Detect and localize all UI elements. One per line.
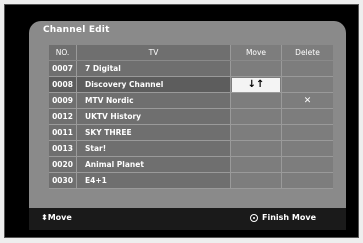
channel-name: UKTV History bbox=[77, 109, 231, 125]
channel-name: Animal Planet bbox=[77, 157, 231, 173]
finish-move-label: Finish Move bbox=[262, 213, 316, 222]
delete-mark-icon[interactable]: ✕ bbox=[304, 96, 312, 106]
channel-number: 0012 bbox=[49, 109, 77, 125]
move-cell[interactable] bbox=[231, 141, 282, 157]
move-cell[interactable] bbox=[231, 125, 282, 141]
table-row[interactable]: 0020 Animal Planet bbox=[49, 157, 333, 173]
move-cell[interactable] bbox=[231, 173, 282, 189]
header-delete: Delete bbox=[282, 45, 333, 60]
header-tv: TV bbox=[77, 45, 231, 60]
channel-name: Discovery Channel bbox=[77, 77, 231, 93]
channel-edit-panel: Channel Edit NO. TV Move Delete 0007 7 D… bbox=[29, 21, 346, 208]
finish-move-hint: Finish Move bbox=[250, 213, 316, 222]
channel-number: 0013 bbox=[49, 141, 77, 157]
move-cell[interactable] bbox=[231, 109, 282, 125]
up-down-arrow-icon: ⬍ bbox=[41, 213, 48, 222]
move-cell[interactable] bbox=[231, 157, 282, 173]
delete-cell[interactable] bbox=[282, 157, 333, 173]
delete-cell[interactable]: ✕ bbox=[282, 93, 333, 109]
table-row[interactable]: 0009 MTV Nordic ✕ bbox=[49, 93, 333, 109]
channel-table: NO. TV Move Delete 0007 7 Digital 0008 D… bbox=[49, 45, 333, 208]
channel-number: 0008 bbox=[49, 77, 77, 93]
move-cell[interactable]: ↓↑ bbox=[231, 77, 282, 93]
delete-cell[interactable] bbox=[282, 125, 333, 141]
channel-number: 0007 bbox=[49, 61, 77, 77]
screen: Channel Edit NO. TV Move Delete 0007 7 D… bbox=[4, 4, 359, 238]
table-row[interactable]: 0030 E4+1 bbox=[49, 173, 333, 189]
channel-number: 0020 bbox=[49, 157, 77, 173]
channel-number: 0011 bbox=[49, 125, 77, 141]
panel-title: Channel Edit bbox=[43, 25, 110, 35]
move-hint: ⬍Move bbox=[41, 213, 72, 222]
table-header: NO. TV Move Delete bbox=[49, 45, 333, 61]
channel-name: MTV Nordic bbox=[77, 93, 231, 109]
button-hint-bar: ⬍Move Finish Move bbox=[29, 208, 346, 230]
channel-number: 0009 bbox=[49, 93, 77, 109]
channel-number: 0030 bbox=[49, 173, 77, 189]
channel-name: SKY THREE bbox=[77, 125, 231, 141]
table-row-selected[interactable]: 0008 Discovery Channel ↓↑ bbox=[49, 77, 333, 93]
delete-cell[interactable] bbox=[282, 141, 333, 157]
move-hint-label: Move bbox=[47, 213, 72, 222]
table-row[interactable]: 0011 SKY THREE bbox=[49, 125, 333, 141]
header-move: Move bbox=[231, 45, 282, 60]
channel-name: 7 Digital bbox=[77, 61, 231, 77]
move-cell[interactable] bbox=[231, 93, 282, 109]
move-cell[interactable] bbox=[231, 61, 282, 77]
enter-button-icon bbox=[250, 213, 259, 222]
channel-name: E4+1 bbox=[77, 173, 231, 189]
header-no: NO. bbox=[49, 45, 77, 60]
move-arrows-icon[interactable]: ↓↑ bbox=[232, 78, 280, 92]
delete-cell[interactable] bbox=[282, 77, 333, 93]
delete-cell[interactable] bbox=[282, 173, 333, 189]
table-row[interactable]: 0012 UKTV History bbox=[49, 109, 333, 125]
delete-cell[interactable] bbox=[282, 109, 333, 125]
table-row[interactable]: 0013 Star! bbox=[49, 141, 333, 157]
table-row[interactable]: 0007 7 Digital bbox=[49, 61, 333, 77]
delete-cell[interactable] bbox=[282, 61, 333, 77]
channel-name: Star! bbox=[77, 141, 231, 157]
